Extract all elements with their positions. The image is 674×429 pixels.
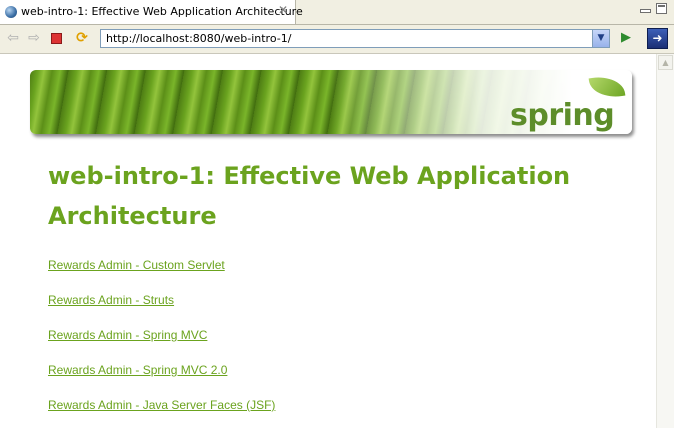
spring-logo: spring (510, 98, 615, 133)
external-browser-icon[interactable]: ➜ (647, 28, 668, 49)
stop-icon[interactable] (51, 33, 62, 44)
link-jsf[interactable]: Rewards Admin - Java Server Faces (JSF) (48, 398, 275, 412)
minimize-button[interactable] (640, 9, 651, 13)
link-struts[interactable]: Rewards Admin - Struts (48, 293, 174, 307)
url-text[interactable]: http://localhost:8080/web-intro-1/ (106, 32, 291, 45)
spring-leaf-icon (588, 73, 626, 101)
tab-title: web-intro-1: Effective Web Application A… (21, 5, 303, 18)
forward-arrow-icon[interactable]: ⇨ (26, 30, 42, 46)
scroll-up-arrow-icon[interactable]: ▲ (658, 55, 673, 70)
link-spring-mvc[interactable]: Rewards Admin - Spring MVC (48, 328, 207, 342)
link-spring-mvc-2[interactable]: Rewards Admin - Spring MVC 2.0 (48, 363, 227, 377)
list-item: Rewards Admin - Custom Servlet (48, 254, 275, 289)
close-icon[interactable]: ✕ (278, 3, 288, 17)
url-input[interactable]: http://localhost:8080/web-intro-1/ ▼ (100, 29, 610, 48)
link-custom-servlet[interactable]: Rewards Admin - Custom Servlet (48, 258, 225, 272)
globe-icon (5, 6, 17, 18)
list-item: Rewards Admin - Spring MVC (48, 324, 275, 359)
rewards-admin-link-list: Rewards Admin - Custom Servlet Rewards A… (48, 254, 275, 429)
maximize-button[interactable] (656, 3, 667, 14)
refresh-icon[interactable]: ⟳ (74, 30, 90, 46)
list-item: Rewards Admin - Java Server Faces (JSF) (48, 394, 275, 429)
go-icon[interactable]: ▶ (618, 30, 634, 46)
editor-tab-bar: web-intro-1: Effective Web Application A… (0, 0, 674, 25)
browser-toolbar: ⇦ ⇨ ⟳ http://localhost:8080/web-intro-1/… (0, 25, 674, 54)
back-arrow-icon[interactable]: ⇦ (5, 30, 21, 46)
page-title: web-intro-1: Effective Web Application A… (48, 162, 571, 230)
list-item: Rewards Admin - Spring MVC 2.0 (48, 359, 275, 394)
vertical-scrollbar[interactable]: ▲ (656, 54, 674, 428)
browser-tab[interactable]: web-intro-1: Effective Web Application A… (0, 0, 303, 24)
spring-banner: spring (30, 70, 632, 134)
list-item: Rewards Admin - Struts (48, 289, 275, 324)
chevron-down-icon[interactable]: ▼ (592, 30, 609, 47)
